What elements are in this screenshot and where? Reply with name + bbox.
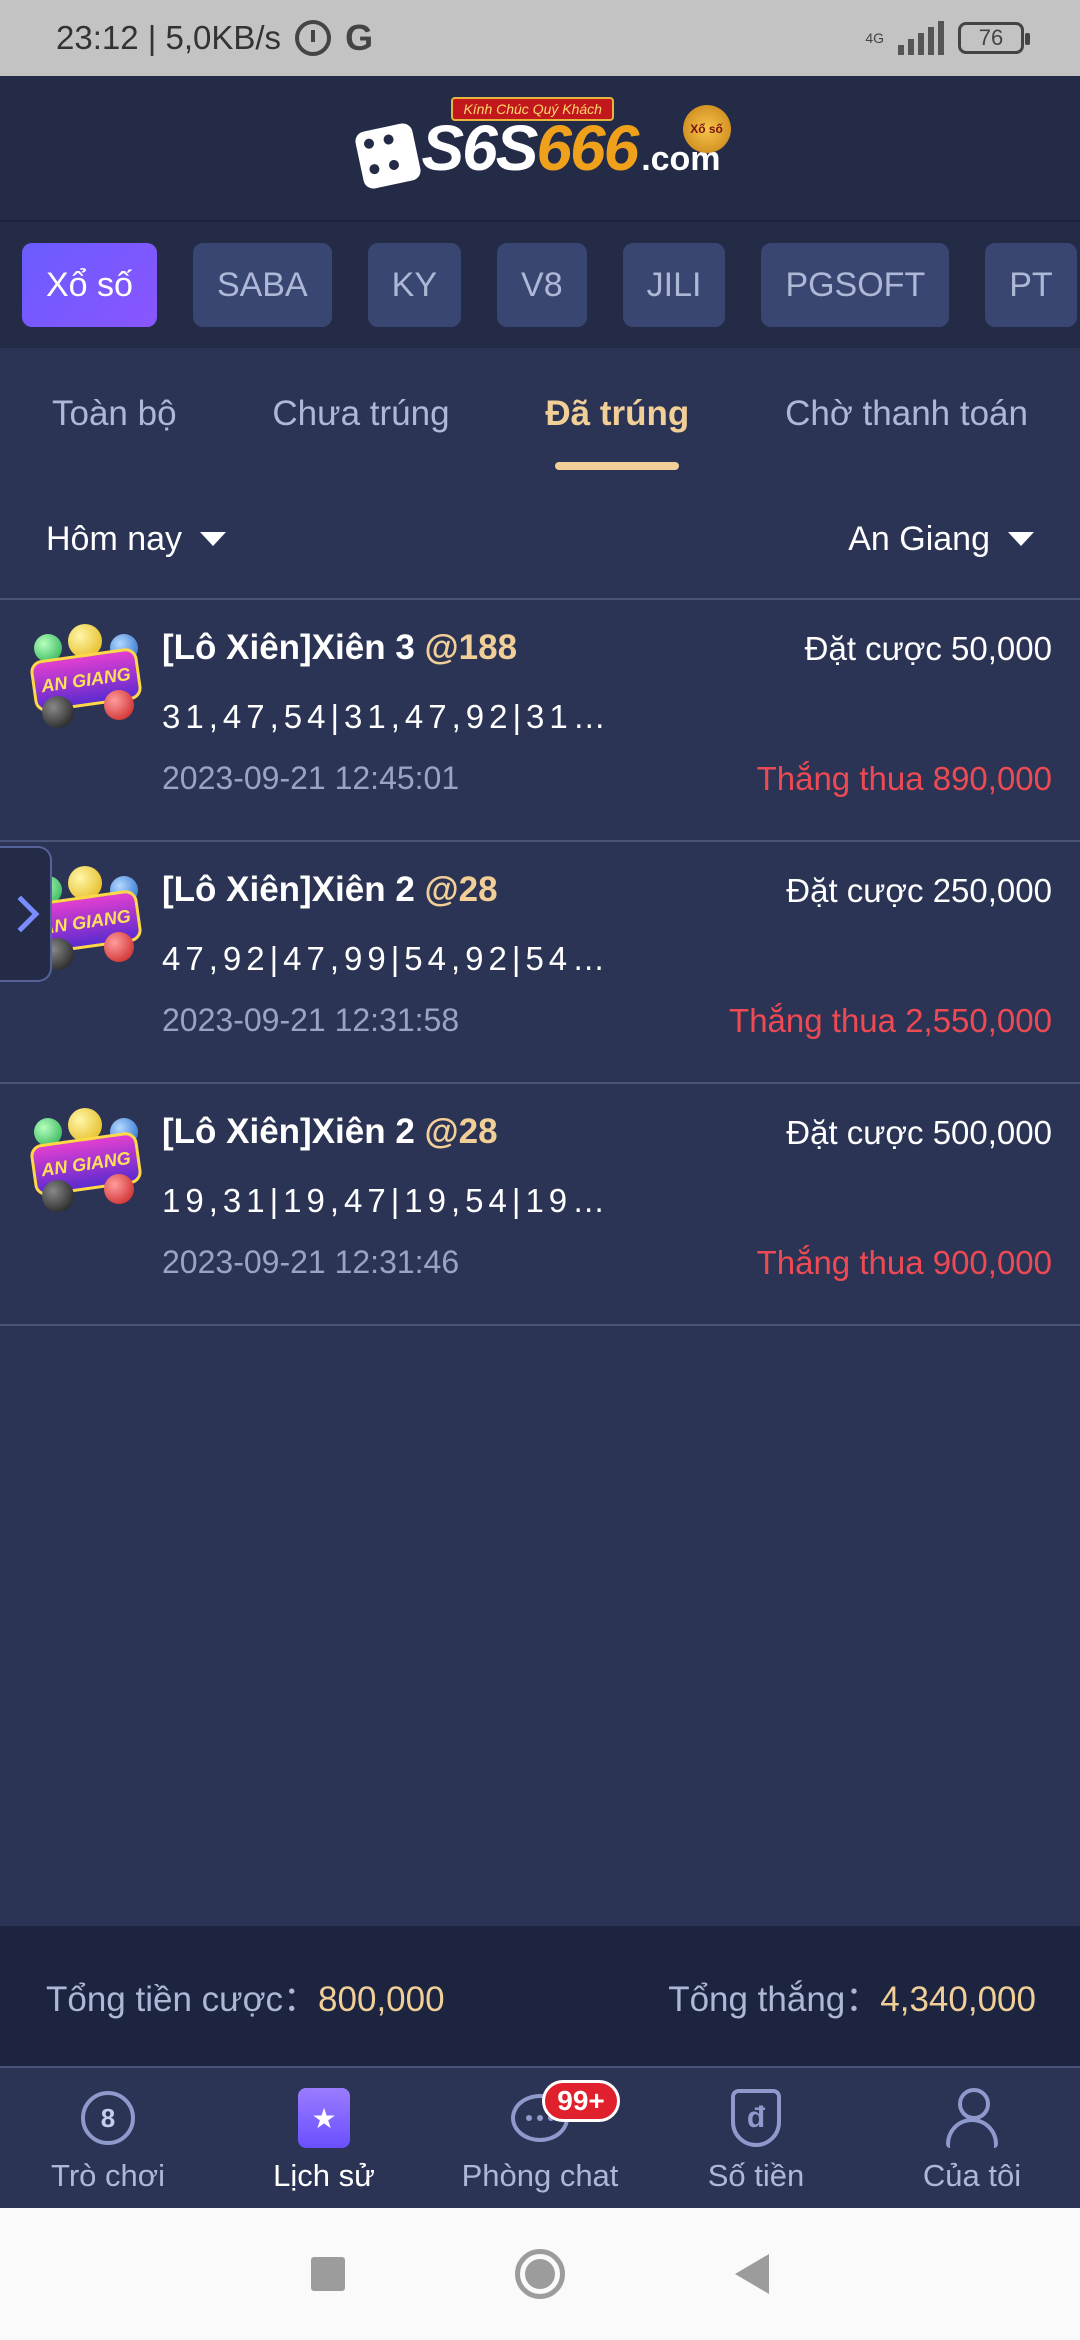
tab-pending-payment[interactable]: Chờ thanh toán <box>785 348 1028 480</box>
nav-profile[interactable]: Của tôi <box>864 2068 1080 2208</box>
region-filter-label: An Giang <box>848 519 990 558</box>
status-time: 23:12 | 5,0KB/s <box>56 19 282 56</box>
lottery-coin-icon: Xổ số <box>682 105 731 153</box>
provider-tab-saba[interactable]: SABA <box>192 243 332 327</box>
chat-unread-badge: 99+ <box>542 2080 620 2122</box>
alarm-icon <box>295 20 332 56</box>
bet-result: Thắng thua 900,000 <box>756 1244 1052 1281</box>
bet-result: Thắng thua 890,000 <box>756 760 1052 797</box>
logo-tagline: Kính Chúc Quý Khách <box>451 97 614 121</box>
dragon-icon: 8 <box>81 2091 135 2145</box>
google-icon: G <box>345 17 374 58</box>
user-icon <box>944 2088 1000 2148</box>
region-filter-dropdown[interactable]: An Giang <box>848 520 1034 559</box>
battery-icon: 76 <box>958 22 1030 54</box>
an-giang-lottery-thumbnail: AN GIANG <box>28 624 144 734</box>
bet-time: 2023-09-21 12:31:58 <box>162 1002 460 1038</box>
bet-time: 2023-09-21 12:31:46 <box>162 1244 460 1280</box>
total-bet-value: 800,000 <box>318 1979 445 2019</box>
status-bar: 23:12 | 5,0KB/s G 4G 76 <box>0 0 1080 76</box>
bet-odds: @28 <box>424 1112 498 1151</box>
date-filter-dropdown[interactable]: Hôm nay <box>46 519 227 559</box>
chevron-right-icon <box>2 895 40 933</box>
network-type: 4G <box>865 30 884 46</box>
system-nav-bar <box>0 2208 1080 2340</box>
bet-numbers: 47,92|47,99|54,92|54… <box>162 940 611 977</box>
total-win-value: 4,340,000 <box>880 1979 1036 2019</box>
recent-apps-button[interactable] <box>311 2257 345 2291</box>
signal-icon <box>898 21 944 55</box>
app-logo: S6S666 .com Kính Chúc Quý Khách Xổ số <box>354 97 731 191</box>
home-button[interactable] <box>515 2249 565 2299</box>
caret-down-icon <box>200 532 227 546</box>
bet-list: AN GIANG [Lô Xiên]Xiên 3 @188 Đặt cược 5… <box>0 600 1080 1326</box>
bet-numbers: 31,47,54|31,47,92|31… <box>162 698 611 735</box>
bet-row[interactable]: AN GIANG [Lô Xiên]Xiên 2 @28 Đặt cược 50… <box>0 1084 1080 1326</box>
bet-numbers: 19,31|19,47|19,54|19… <box>162 1182 611 1219</box>
nav-history-label: Lịch sử <box>273 2158 375 2193</box>
tab-all[interactable]: Toàn bộ <box>52 348 177 480</box>
bet-title: [Lô Xiên]Xiên 3 @188 <box>162 628 518 667</box>
nav-profile-label: Của tôi <box>922 2158 1022 2193</box>
dice-icon <box>354 121 423 191</box>
money-shield-icon: đ <box>731 2089 781 2147</box>
total-bet-label: Tổng tiền cược： <box>46 1979 319 2019</box>
provider-tab-jili[interactable]: JILI <box>622 243 726 327</box>
nav-games-label: Trò chơi <box>51 2158 165 2193</box>
logo-text: S6S666 <box>421 112 639 184</box>
tab-won[interactable]: Đã trúng <box>545 348 689 480</box>
bet-row[interactable]: AN GIANG [Lô Xiên]Xiên 3 @188 Đặt cược 5… <box>0 600 1080 842</box>
provider-tabs: Xổ số SABA KY V8 JILI PGSOFT PT <box>0 220 1080 348</box>
bet-time: 2023-09-21 12:45:01 <box>162 760 460 796</box>
nav-chat-label: Phòng chat <box>461 2158 619 2193</box>
bet-odds: @28 <box>424 870 498 909</box>
filter-bar: Hôm nay An Giang <box>0 480 1080 600</box>
nav-balance[interactable]: đ Số tiền <box>648 2068 864 2208</box>
provider-tab-pgsoft[interactable]: PGSOFT <box>761 243 950 327</box>
date-filter-label: Hôm nay <box>46 519 183 558</box>
bet-stake: Đặt cược 50,000 <box>804 630 1052 667</box>
provider-tab-v8[interactable]: V8 <box>497 243 587 327</box>
bet-title: [Lô Xiên]Xiên 2 @28 <box>162 870 498 909</box>
tab-not-won[interactable]: Chưa trúng <box>272 348 449 480</box>
total-win: Tổng thắng：4,340,000 <box>668 1971 1036 2022</box>
side-drawer-handle[interactable] <box>0 846 52 982</box>
bet-title: [Lô Xiên]Xiên 2 @28 <box>162 1112 498 1151</box>
bet-row[interactable]: AN GIANG [Lô Xiên]Xiên 2 @28 Đặt cược 25… <box>0 842 1080 1084</box>
nav-history[interactable]: ★ Lịch sử <box>216 2068 432 2208</box>
battery-level: 76 <box>978 25 1004 50</box>
status-left: 23:12 | 5,0KB/s G <box>56 17 373 59</box>
total-bet: Tổng tiền cược：800,000 <box>46 1971 445 2022</box>
status-tabs: Toàn bộ Chưa trúng Đã trúng Chờ thanh to… <box>0 348 1080 480</box>
an-giang-lottery-thumbnail: AN GIANG <box>28 1108 144 1218</box>
bet-result: Thắng thua 2,550,000 <box>729 1002 1052 1039</box>
back-button[interactable] <box>735 2254 769 2294</box>
history-icon: ★ <box>298 2088 350 2148</box>
nav-chat-room[interactable]: 99+ Phòng chat <box>432 2068 648 2208</box>
bet-odds: @188 <box>424 628 518 667</box>
app-header: S6S666 .com Kính Chúc Quý Khách Xổ số <box>0 76 1080 220</box>
bottom-nav: 8 Trò chơi ★ Lịch sử 99+ Phòng chat đ Số… <box>0 2066 1080 2208</box>
bet-stake: Đặt cược 250,000 <box>786 872 1052 909</box>
provider-tab-ky[interactable]: KY <box>367 243 462 327</box>
nav-games[interactable]: 8 Trò chơi <box>0 2068 216 2208</box>
total-win-label: Tổng thắng： <box>668 1979 881 2019</box>
totals-bar: Tổng tiền cược：800,000 Tổng thắng：4,340,… <box>0 1926 1080 2066</box>
provider-tab-xo-so[interactable]: Xổ số <box>22 243 157 327</box>
provider-tab-pt[interactable]: PT <box>985 243 1077 327</box>
nav-balance-label: Số tiền <box>707 2158 805 2193</box>
bet-stake: Đặt cược 500,000 <box>786 1114 1052 1151</box>
caret-down-icon <box>1008 532 1034 546</box>
status-right: 4G 76 <box>865 21 1030 55</box>
